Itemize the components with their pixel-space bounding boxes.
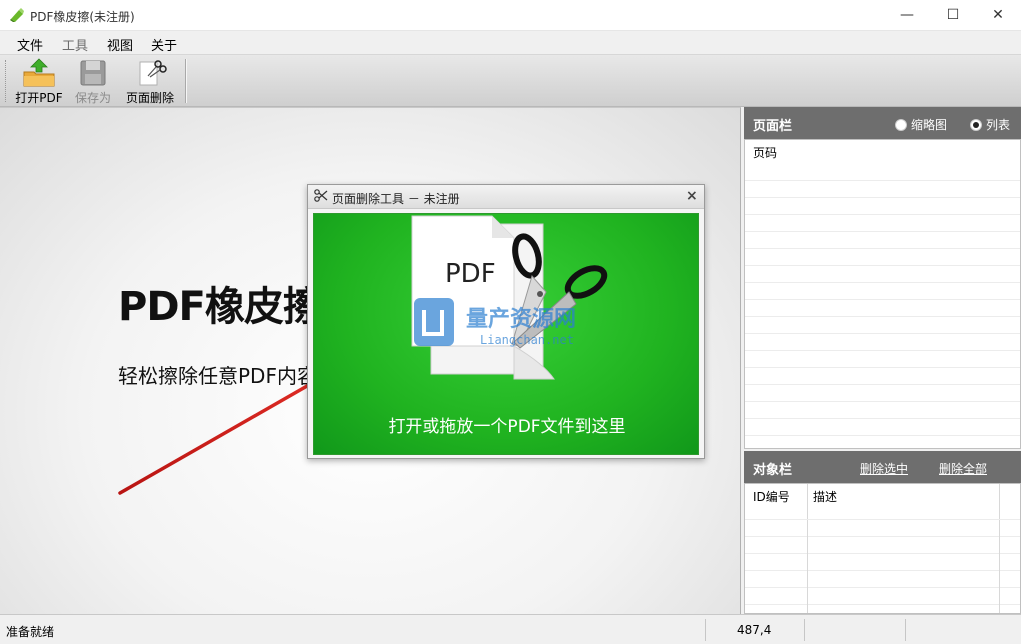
id-column-header[interactable]: ID编号 <box>753 488 790 505</box>
list-item <box>745 249 1020 266</box>
list-radio[interactable]: 列表 <box>970 116 1010 133</box>
status-separator <box>705 619 706 641</box>
list-item <box>745 402 1020 419</box>
list-item <box>745 385 1020 402</box>
page-panel-title: 页面栏 <box>753 119 793 134</box>
desc-column-header[interactable]: 描述 <box>813 488 837 505</box>
pdf-drop-zone[interactable]: PDF 量产资源网 Liangchan.net 打开或拖放一个PDF文件到这里 <box>313 213 699 455</box>
list-item <box>745 164 1020 181</box>
save-as-label: 保存为 <box>74 91 111 105</box>
list-item <box>745 232 1020 249</box>
object-grid-header: ID编号 描述 <box>745 484 1020 520</box>
thumbnail-radio[interactable]: 缩略图 <box>895 116 947 133</box>
thumbnail-label: 缩略图 <box>911 118 948 132</box>
watermark-url: Liangchan.net <box>480 333 574 347</box>
table-row <box>745 537 1020 554</box>
table-row <box>745 554 1020 571</box>
save-as-button[interactable]: 保存为 <box>70 58 116 105</box>
radio-icon <box>895 119 907 131</box>
list-item <box>745 351 1020 368</box>
status-separator <box>804 619 805 641</box>
cursor-coordinates: 487,4 <box>737 623 772 637</box>
watermark-name: 量产资源网 <box>466 307 576 332</box>
title-bar: PDF橡皮擦(未注册) — ☐ ✕ <box>0 0 1021 31</box>
page-list[interactable]: 页码 <box>744 139 1021 449</box>
table-row <box>745 588 1020 605</box>
list-item <box>745 198 1020 215</box>
scissors-icon <box>314 189 328 202</box>
dialog-title-bar[interactable]: 页面删除工具 － 未注册 × <box>308 185 704 209</box>
menu-about[interactable]: 关于 <box>151 35 177 54</box>
menu-tools[interactable]: 工具 <box>62 35 88 54</box>
radio-selected-icon <box>970 119 982 131</box>
table-row <box>745 571 1020 588</box>
menu-file[interactable]: 文件 <box>17 35 43 54</box>
object-panel-header: 对象栏 删除选中 删除全部 <box>744 451 1021 483</box>
list-item <box>745 215 1020 232</box>
list-item <box>745 181 1020 198</box>
open-pdf-label: 打开PDF <box>15 91 63 105</box>
eraser-app-icon <box>10 8 24 22</box>
delete-all-link[interactable]: 删除全部 <box>939 460 987 477</box>
status-bar: 准备就绪 487,4 <box>0 614 1021 644</box>
toolbar-separator <box>185 59 187 103</box>
object-grid[interactable]: ID编号 描述 <box>744 483 1021 614</box>
status-separator <box>905 619 906 641</box>
dialog-close-button[interactable]: × <box>686 188 698 204</box>
menu-bar: 文件 工具 视图 关于 <box>0 31 1021 55</box>
pdf-doc-label: PDF <box>445 259 496 289</box>
page-delete-button[interactable]: 页面删除 <box>121 58 179 105</box>
list-label: 列表 <box>986 118 1011 132</box>
page-list-rows <box>745 160 1020 436</box>
list-item <box>745 368 1020 385</box>
table-row <box>745 520 1020 537</box>
list-item <box>745 283 1020 300</box>
list-item <box>745 317 1020 334</box>
drop-instruction: 打开或拖放一个PDF文件到这里 <box>388 417 626 437</box>
page-delete-label: 页面删除 <box>125 91 174 105</box>
toolbar: 打开PDF 保存为 页面删除 <box>0 55 1021 107</box>
toolbar-grip[interactable] <box>5 60 8 102</box>
close-button[interactable]: ✕ <box>975 0 1021 31</box>
open-folder-icon <box>23 58 55 87</box>
maximize-button[interactable]: ☐ <box>930 0 976 31</box>
page-scissors-icon <box>139 60 167 86</box>
list-item <box>745 334 1020 351</box>
page-delete-dialog: 页面删除工具 － 未注册 × PDF 量产资源网 Liangchan.net 打… <box>307 184 705 459</box>
status-message: 准备就绪 <box>6 625 55 639</box>
floppy-disk-icon <box>80 60 106 86</box>
object-panel-title: 对象栏 <box>753 463 793 478</box>
window-title: PDF橡皮擦(未注册) <box>30 10 135 24</box>
menu-view[interactable]: 视图 <box>107 35 133 54</box>
page-column-header[interactable]: 页码 <box>745 140 1020 160</box>
page-panel-header: 页面栏 缩略图 列表 <box>744 107 1021 139</box>
minimize-button[interactable]: — <box>884 0 930 31</box>
delete-selected-link[interactable]: 删除选中 <box>860 460 908 477</box>
list-item <box>745 419 1020 436</box>
open-pdf-button[interactable]: 打开PDF <box>12 58 66 105</box>
dialog-title: 页面删除工具 － 未注册 <box>332 192 460 206</box>
list-item <box>745 300 1020 317</box>
list-item <box>745 266 1020 283</box>
